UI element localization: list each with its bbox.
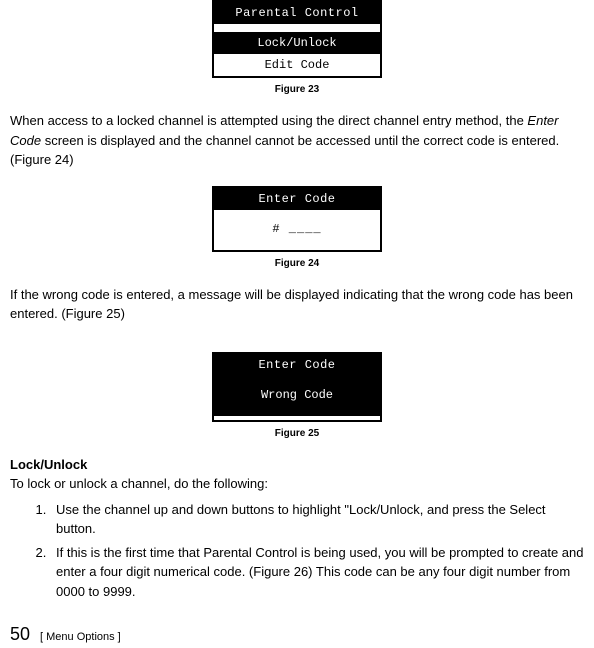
figure-23-title: Parental Control [214, 2, 380, 24]
figure-23-screen: Parental Control Lock/Unlock Edit Code [212, 0, 382, 78]
figure-24-content: # ____ [214, 210, 380, 250]
figure-25-screen: Enter Code Wrong Code [212, 352, 382, 422]
paragraph-1: When access to a locked channel is attem… [10, 111, 584, 170]
list-item-2: If this is the first time that Parental … [50, 543, 584, 602]
figure-24-screen: Enter Code # ____ [212, 186, 382, 252]
page-number: 50 [10, 621, 30, 648]
figure-23-row-edit-code: Edit Code [214, 54, 380, 76]
figure-25-bottom [214, 416, 380, 420]
figure-23-spacer [214, 24, 380, 32]
paragraph-1-part1: When access to a locked channel is attem… [10, 113, 527, 128]
section-heading-lock-unlock: Lock/Unlock [10, 455, 584, 475]
footer-section-label: [ Menu Options ] [40, 629, 121, 646]
paragraph-1-part2: screen is displayed and the channel cann… [10, 133, 559, 168]
paragraph-2: If the wrong code is entered, a message … [10, 285, 584, 324]
figure-25-caption: Figure 25 [10, 426, 584, 441]
instruction-list: Use the channel up and down buttons to h… [50, 500, 584, 602]
figure-24-title: Enter Code [214, 188, 380, 210]
figure-23-caption: Figure 23 [10, 82, 584, 97]
figure-23-row-lock-unlock: Lock/Unlock [214, 32, 380, 54]
figure-25-title: Enter Code [214, 354, 380, 376]
figure-25-content: Wrong Code [214, 376, 380, 416]
section-intro: To lock or unlock a channel, do the foll… [10, 474, 584, 494]
figure-24-caption: Figure 24 [10, 256, 584, 271]
list-item-1: Use the channel up and down buttons to h… [50, 500, 584, 539]
page-footer: 50 [ Menu Options ] [10, 621, 584, 648]
